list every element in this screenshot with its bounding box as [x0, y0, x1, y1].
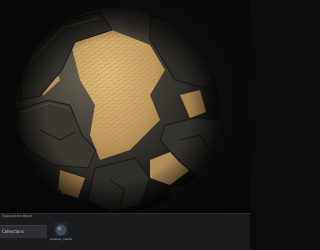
tab-collections[interactable]: Collections: [0, 225, 47, 238]
tab-collections-label: Collections: [2, 229, 24, 234]
panel-title: Exploration Bone: [2, 214, 32, 218]
material-viewer-window: Exploration Bone Collections explore_mar…: [0, 0, 250, 250]
material-ball-thumbnail-icon: [54, 222, 68, 236]
material-thumbnail-label: explore_marble...: [50, 237, 72, 241]
material-thumbnail-item[interactable]: explore_marble...: [50, 222, 72, 246]
